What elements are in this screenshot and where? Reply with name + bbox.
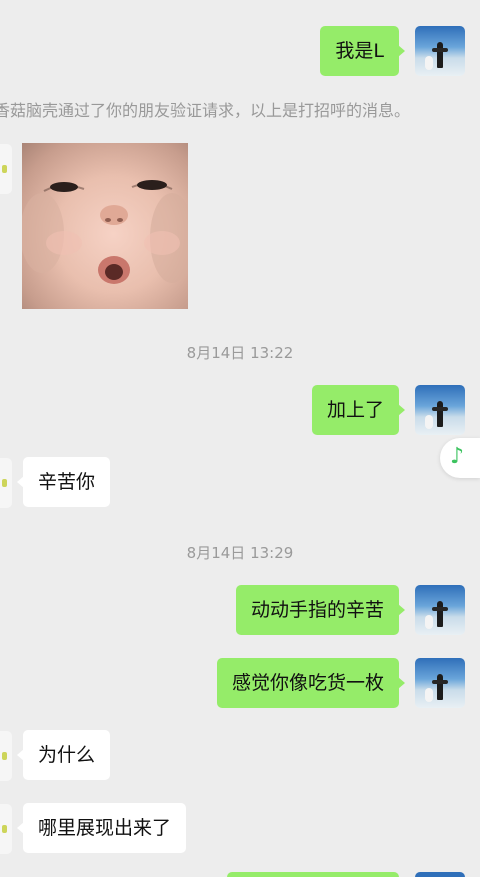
message-timestamp: 8月14日 13:22 [186, 344, 294, 362]
message-text: 我是L [335, 40, 384, 62]
child-face-illustration [22, 180, 188, 284]
message-text: 动动手指的辛苦 [250, 599, 384, 621]
message-text: 为什么 [38, 744, 96, 766]
message-text: 辛苦你 [38, 471, 96, 493]
my-avatar[interactable] [415, 658, 465, 708]
outgoing-message-bubble[interactable]: 我是L [320, 26, 405, 76]
contact-avatar[interactable] [0, 144, 12, 194]
my-avatar[interactable] [415, 585, 465, 635]
contact-avatar[interactable] [0, 458, 12, 508]
my-avatar[interactable] [415, 385, 465, 435]
incoming-message-bubble[interactable]: 辛苦你 [16, 457, 111, 507]
message-timestamp: 8月14日 13:29 [186, 544, 294, 562]
contact-avatar[interactable] [0, 804, 12, 854]
music-float-button[interactable]: ♪ [440, 438, 480, 478]
message-text: 加上了 [326, 399, 384, 421]
contact-avatar[interactable] [0, 731, 12, 781]
message-text: 哪里展现出来了 [38, 817, 172, 839]
system-notice: 香菇脑壳通过了你的朋友验证请求，以上是打招呼的消息。 [0, 101, 411, 120]
outgoing-message-bubble[interactable]: 感觉你像吃货一枚 [216, 658, 406, 708]
message-text: 感觉你像吃货一枚 [231, 672, 384, 694]
my-avatar[interactable] [415, 26, 465, 76]
outgoing-message-bubble-partial[interactable] [227, 872, 399, 877]
outgoing-message-bubble[interactable]: 加上了 [311, 385, 406, 435]
music-note-icon: ♪ [450, 444, 465, 469]
incoming-message-bubble[interactable]: 哪里展现出来了 [16, 803, 187, 853]
my-avatar-partial[interactable] [415, 872, 465, 877]
incoming-message-bubble[interactable]: 为什么 [16, 730, 111, 780]
sticker-image[interactable] [22, 143, 188, 309]
outgoing-message-bubble[interactable]: 动动手指的辛苦 [235, 585, 406, 635]
